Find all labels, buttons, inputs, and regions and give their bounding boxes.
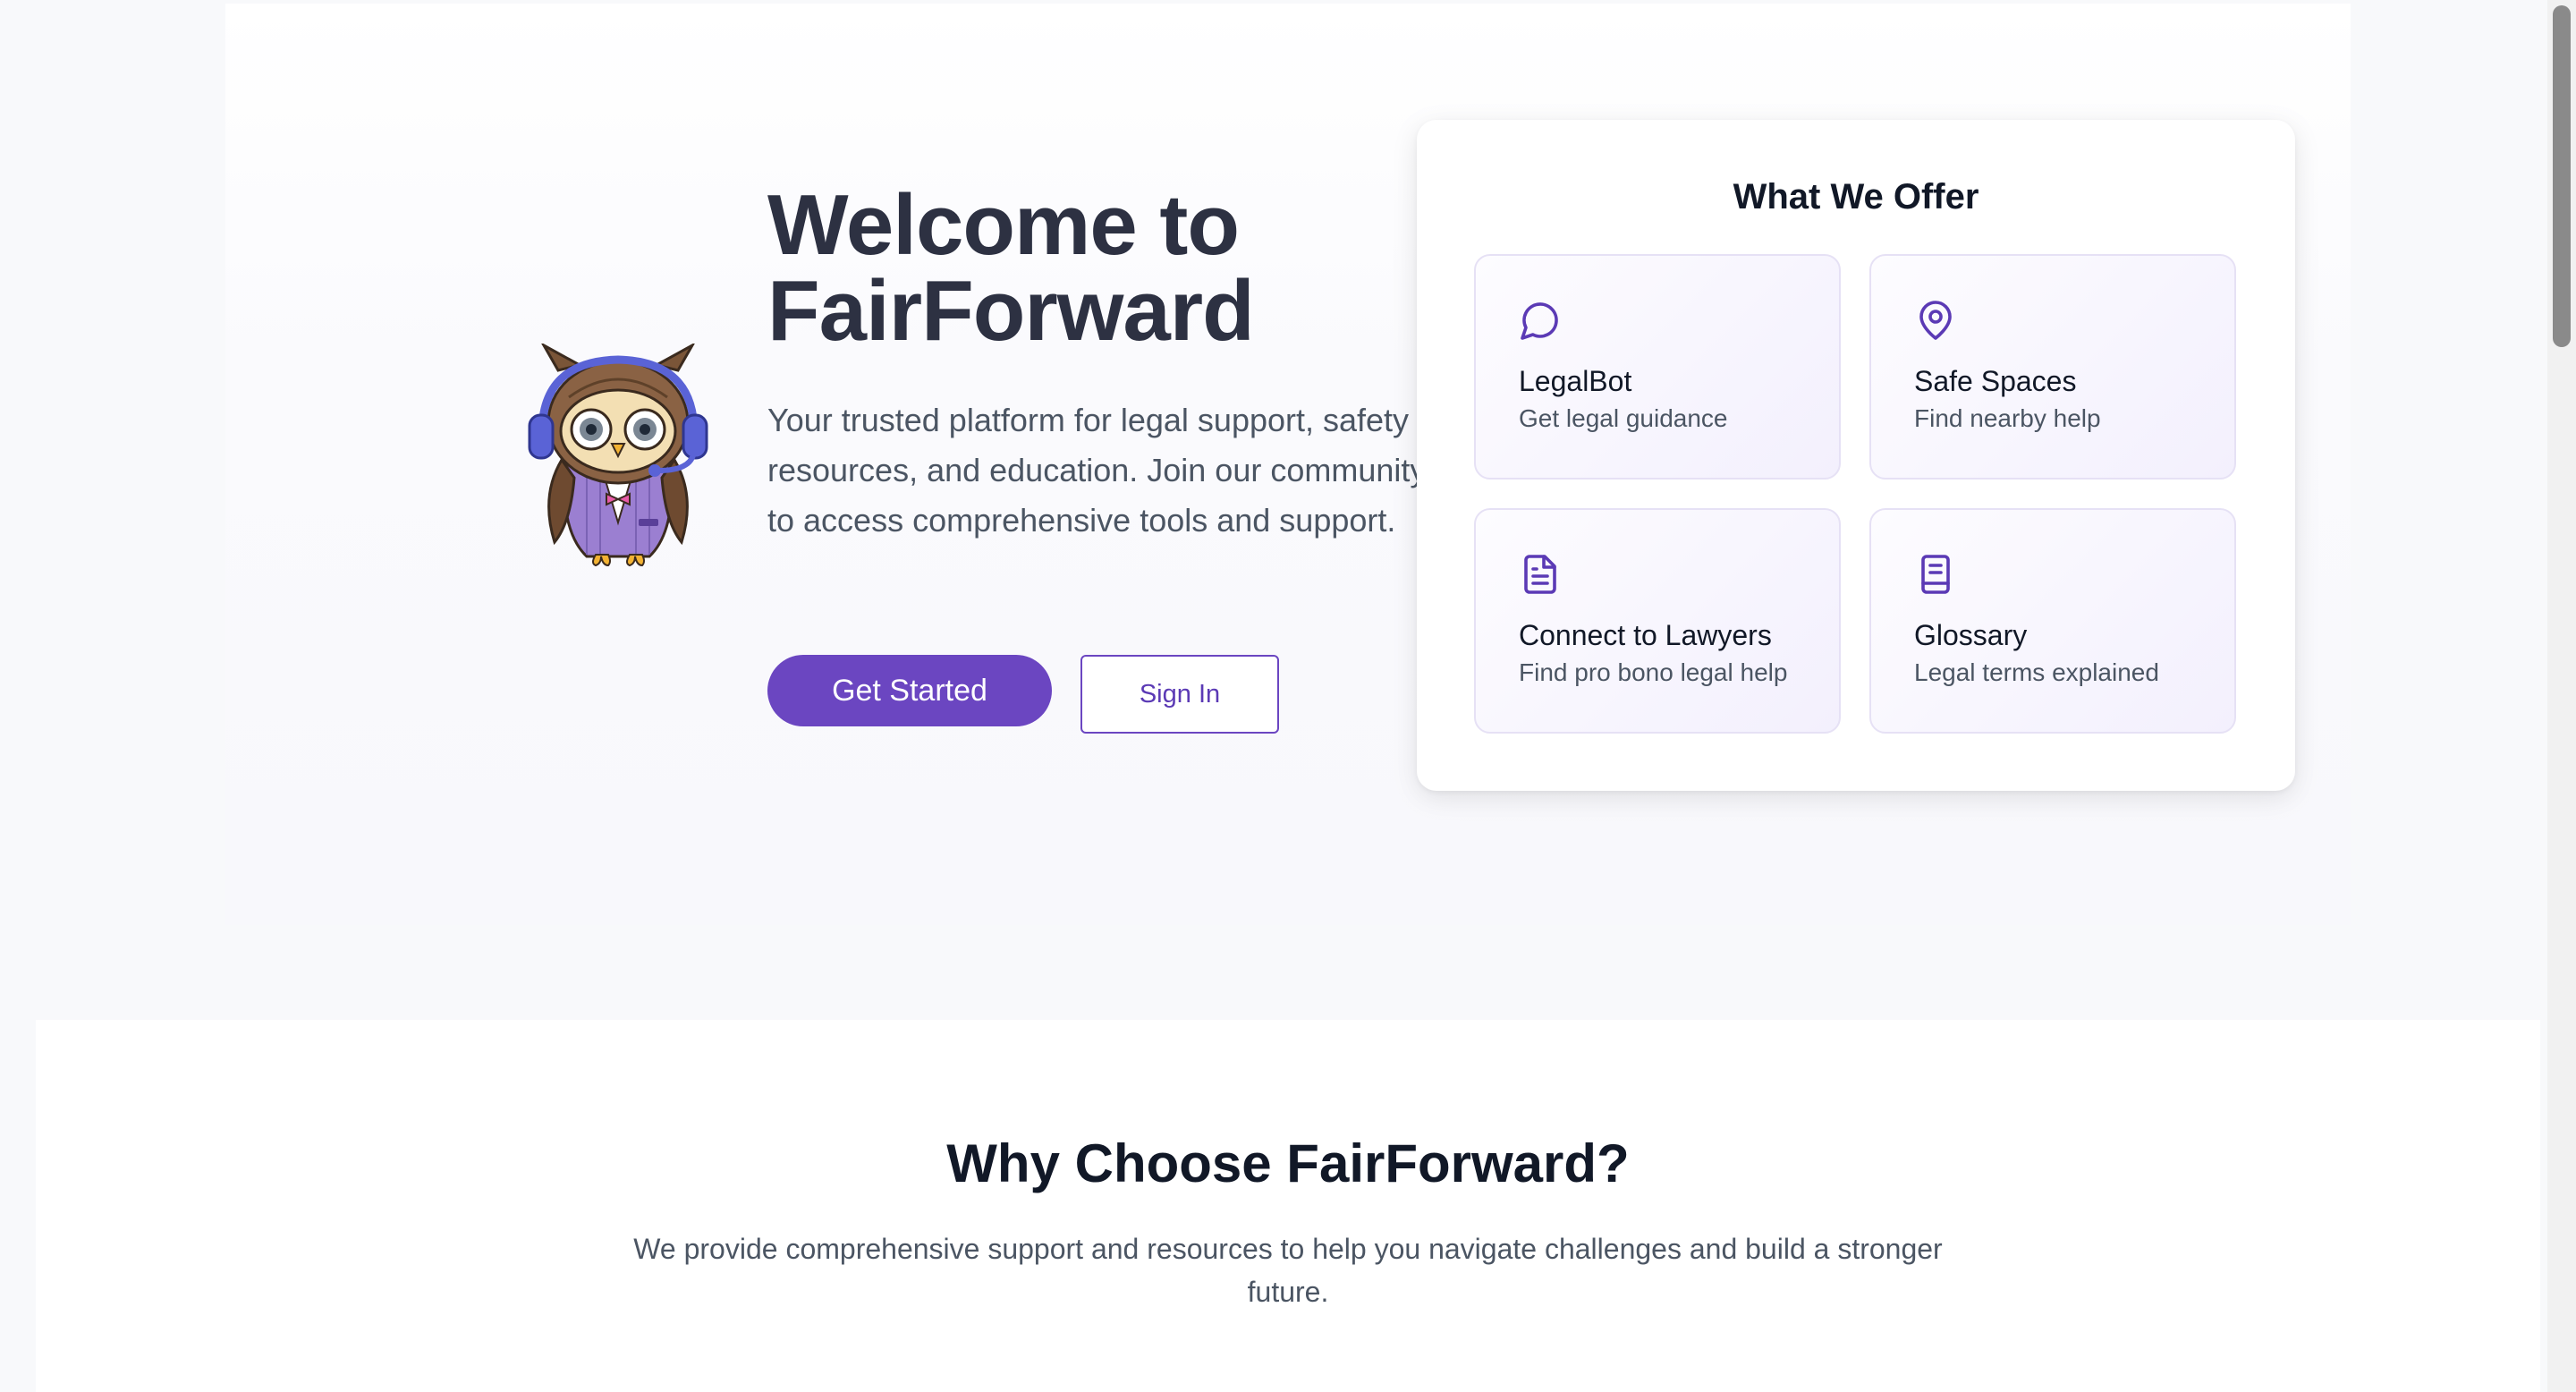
hero-title: Welcome to FairForward (767, 182, 1483, 354)
offer-tile-connect-to-lawyers[interactable]: Connect to Lawyers Find pro bono legal h… (1474, 508, 1841, 734)
why-description: We provide comprehensive support and res… (633, 1233, 1943, 1308)
page: Welcome to FairForward Your trusted plat… (0, 0, 2576, 1392)
tile-subtitle: Find nearby help (1914, 404, 2101, 432)
why-title: Why Choose FairForward? (946, 1133, 1630, 1193)
document-icon (1524, 555, 1556, 594)
why-section: Why Choose FairForward? We provide compr… (36, 1020, 2540, 1392)
tile-subtitle: Get legal guidance (1519, 404, 1728, 432)
offer-title: What We Offer (1733, 177, 1979, 216)
book-icon (1921, 555, 1950, 594)
owl-mascot-image (528, 344, 708, 567)
tile-subtitle: Find pro bono legal help (1519, 658, 1788, 686)
offer-tile-legalbot[interactable]: LegalBot Get legal guidance (1474, 254, 1841, 480)
offer-tile-glossary[interactable]: Glossary Legal terms explained (1869, 508, 2236, 734)
tile-title: LegalBot (1519, 365, 1632, 397)
offer-tile-safe-spaces[interactable]: Safe Spaces Find nearby help (1869, 254, 2236, 480)
offer-card: What We Offer LegalBot Get legal guidanc… (1417, 120, 2295, 791)
hero-description: Your trusted platform for legal support,… (767, 402, 1427, 539)
tile-title: Connect to Lawyers (1519, 619, 1772, 651)
scrollbar-thumb[interactable] (2553, 5, 2571, 347)
hero-title-line-2: FairForward (767, 263, 1255, 359)
map-pin-icon (1919, 301, 1952, 340)
tile-title: Safe Spaces (1914, 365, 2077, 397)
tile-subtitle: Legal terms explained (1914, 658, 2159, 686)
chat-bubble-icon (1521, 302, 1558, 340)
get-started-button[interactable]: Get Started (767, 655, 1052, 726)
sign-in-button[interactable]: Sign In (1080, 655, 1279, 734)
tile-title: Glossary (1914, 619, 2028, 651)
hero-title-line-1: Welcome to (767, 177, 1240, 273)
page-scrollbar[interactable] (2547, 0, 2576, 1392)
